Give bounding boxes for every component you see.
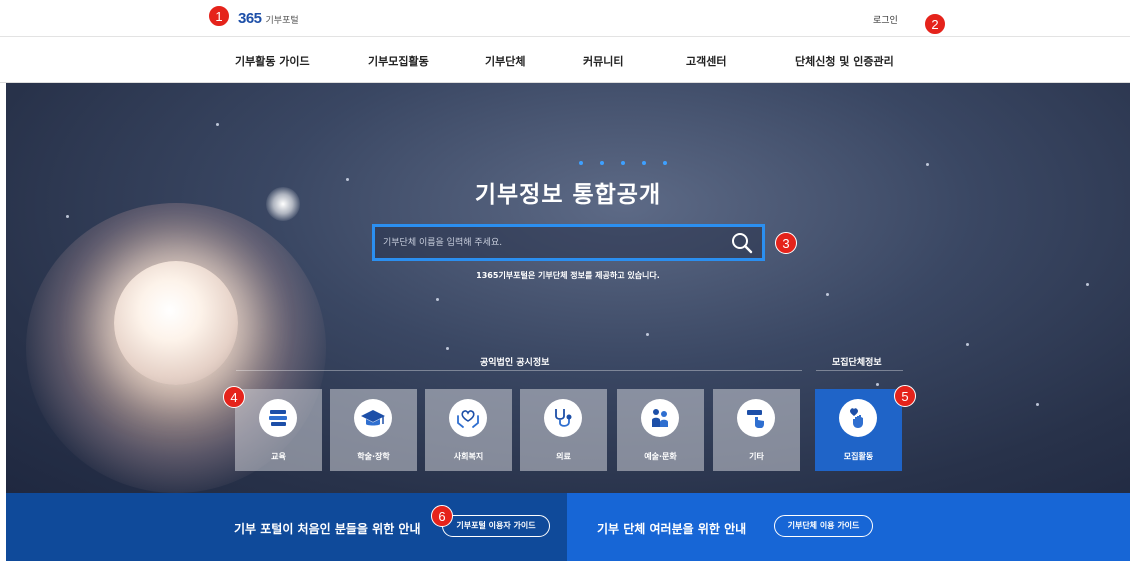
- logo-number: 365: [238, 10, 262, 27]
- heart-hands-icon: [449, 399, 487, 437]
- people-icon: [641, 399, 679, 437]
- user-guide-button[interactable]: 기부포털 이용자 가이드: [442, 515, 550, 537]
- annotation-marker: 1: [208, 5, 230, 27]
- tile-label: 모집활동: [843, 452, 874, 461]
- page: 365 기부포털 로그인 기부활동 가이드 기부모집활동 기부단체 커뮤니티 고…: [0, 0, 1130, 561]
- hand-pointer-icon: [737, 399, 775, 437]
- category-tile-arts[interactable]: 예술·문화: [617, 389, 704, 471]
- nav-item-fundraising[interactable]: 기부모집활동: [368, 53, 429, 69]
- search-input[interactable]: [383, 235, 713, 251]
- banner-right-text: 기부 단체 여러분을 위한 안내: [597, 522, 747, 536]
- section-divider: [816, 370, 903, 371]
- category-tile-education[interactable]: 교육: [235, 389, 322, 471]
- login-link[interactable]: 로그인: [873, 13, 898, 26]
- banner-first-time-users: 기부 포털이 처음인 분들을 위한 안내 기부포털 이용자 가이드: [6, 493, 567, 561]
- search-box: [372, 224, 765, 261]
- section-label-recruit: 모집단체정보: [832, 358, 882, 368]
- nav-item-customer-center[interactable]: 고객센터: [686, 53, 726, 69]
- category-tile-welfare[interactable]: 사회복지: [425, 389, 512, 471]
- site-logo[interactable]: 365 기부포털: [238, 10, 299, 27]
- stethoscope-icon: [544, 399, 582, 437]
- tile-label: 예술·문화: [644, 452, 677, 461]
- heart-hand-icon: [839, 399, 877, 437]
- banner-organizations: 기부 단체 여러분을 위한 안내 기부단체 이용 가이드: [567, 493, 1130, 561]
- tile-label: 기타: [749, 452, 764, 461]
- banner-left-text: 기부 포털이 처음인 분들을 위한 안내: [234, 522, 421, 536]
- annotation-marker: 4: [223, 386, 245, 408]
- annotation-marker: 6: [431, 505, 453, 527]
- hero-title: 기부정보 통합공개: [474, 182, 662, 208]
- tile-label: 학술·장학: [357, 452, 390, 461]
- category-tile-etc[interactable]: 기타: [713, 389, 800, 471]
- books-icon: [259, 399, 297, 437]
- nav-item-organizations[interactable]: 기부단체: [485, 53, 525, 69]
- annotation-marker: 5: [894, 385, 916, 407]
- annotation-marker: 3: [775, 232, 797, 254]
- logo-text: 기부포털: [265, 16, 299, 26]
- org-guide-button[interactable]: 기부단체 이용 가이드: [774, 515, 873, 537]
- category-tile-recruit[interactable]: 모집활동: [815, 389, 902, 471]
- hero-subtitle: 1365기부포털은 기부단체 정보를 제공하고 있습니다.: [476, 271, 660, 280]
- main-nav: 기부활동 가이드 기부모집활동 기부단체 커뮤니티 고객센터 단체신청 및 인증…: [0, 37, 1130, 83]
- category-tile-academic[interactable]: 학술·장학: [330, 389, 417, 471]
- section-label-public: 공익법인 공시정보: [480, 358, 550, 368]
- search-icon: [732, 233, 753, 254]
- graduation-cap-icon: [354, 399, 392, 437]
- annotation-marker: 2: [924, 13, 946, 35]
- tile-label: 의료: [556, 452, 571, 461]
- category-tile-medical[interactable]: 의료: [520, 389, 607, 471]
- nav-item-donation-guide[interactable]: 기부활동 가이드: [235, 53, 310, 69]
- nav-item-community[interactable]: 커뮤니티: [583, 53, 623, 69]
- search-button[interactable]: [730, 231, 754, 255]
- hero-section: 기부정보 통합공개 1365기부포털은 기부단체 정보를 제공하고 있습니다. …: [6, 83, 1130, 493]
- tile-label: 사회복지: [453, 452, 484, 461]
- top-bar: 365 기부포털 로그인: [0, 0, 1130, 37]
- nav-item-registration[interactable]: 단체신청 및 인증관리: [795, 53, 894, 69]
- slide-dots: [579, 161, 667, 165]
- tile-label: 교육: [271, 452, 286, 461]
- section-divider: [236, 370, 802, 371]
